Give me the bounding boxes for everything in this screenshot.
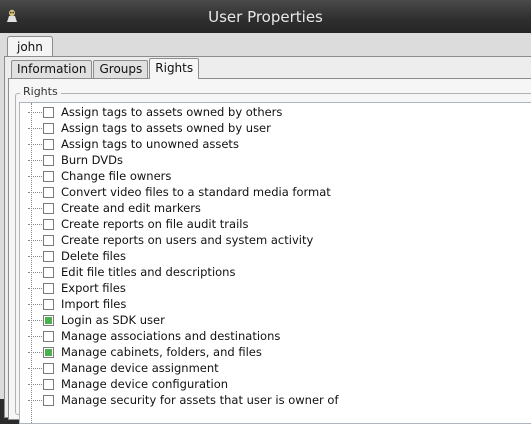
tree-line bbox=[28, 175, 42, 177]
tree-line bbox=[28, 255, 42, 257]
tree-line bbox=[28, 367, 42, 369]
right-item[interactable]: Delete files bbox=[20, 248, 520, 264]
right-label: Edit file titles and descriptions bbox=[61, 265, 236, 279]
tree-line bbox=[28, 271, 42, 273]
user-panel: Information Groups Rights Rights Assign … bbox=[4, 56, 531, 424]
right-checkbox[interactable] bbox=[43, 378, 54, 390]
right-label: Manage associations and destinations bbox=[61, 329, 281, 343]
window-title: User Properties bbox=[208, 7, 323, 26]
right-label: Assign tags to unowned assets bbox=[61, 137, 239, 151]
tree-line bbox=[28, 143, 42, 145]
rights-tab-panel: Rights Assign tags to assets owned by ot… bbox=[8, 78, 531, 424]
right-checkbox[interactable] bbox=[43, 282, 54, 294]
tab-information[interactable]: Information bbox=[11, 60, 93, 78]
rights-list[interactable]: Assign tags to assets owned by others Ass… bbox=[19, 102, 531, 424]
right-checkbox[interactable] bbox=[43, 154, 54, 166]
rights-group-label: Rights bbox=[20, 85, 61, 98]
rights-groupbox: Rights Assign tags to assets owned by ot… bbox=[15, 85, 531, 424]
tree-line bbox=[28, 127, 42, 129]
tree-line bbox=[28, 223, 42, 225]
tab-strip: Information Groups Rights bbox=[11, 58, 200, 79]
right-checkbox[interactable] bbox=[43, 202, 54, 214]
right-checkbox[interactable] bbox=[43, 138, 54, 150]
right-checkbox[interactable] bbox=[43, 298, 54, 310]
right-label: Manage device configuration bbox=[61, 377, 229, 391]
right-item[interactable]: Assign tags to assets owned by others bbox=[20, 104, 520, 120]
right-label: Import files bbox=[61, 297, 127, 311]
tree-line bbox=[28, 303, 42, 305]
title-bar: User Properties bbox=[0, 0, 531, 33]
right-checkbox[interactable] bbox=[43, 234, 54, 246]
tree-line bbox=[28, 207, 42, 209]
tree-line bbox=[28, 319, 42, 321]
right-item[interactable]: Change file owners bbox=[20, 168, 520, 184]
tree-line bbox=[28, 287, 42, 289]
tree-line bbox=[28, 159, 42, 161]
right-checkbox[interactable] bbox=[43, 266, 54, 278]
right-label: Change file owners bbox=[61, 169, 172, 183]
tree-line bbox=[28, 351, 42, 353]
right-checkbox[interactable] bbox=[43, 218, 54, 230]
right-item[interactable]: Manage security for assets that user is … bbox=[20, 392, 520, 408]
right-item[interactable]: Manage cabinets, folders, and files bbox=[20, 344, 520, 360]
tree-line bbox=[28, 335, 42, 337]
right-label: Convert video files to a standard media … bbox=[61, 185, 331, 199]
window-body: john Information Groups Rights Rights As… bbox=[0, 33, 531, 424]
right-label: Create reports on file audit trails bbox=[61, 217, 249, 231]
right-item[interactable]: Manage associations and destinations bbox=[20, 328, 520, 344]
right-label: Delete files bbox=[61, 249, 126, 263]
right-item[interactable]: Manage device configuration bbox=[20, 376, 520, 392]
right-label: Manage device assignment bbox=[61, 361, 219, 375]
right-checkbox[interactable] bbox=[43, 346, 54, 358]
right-label: Create reports on users and system activ… bbox=[61, 233, 314, 247]
tree-line bbox=[28, 191, 42, 193]
tree-line bbox=[28, 239, 42, 241]
right-checkbox[interactable] bbox=[43, 186, 54, 198]
tree-line bbox=[28, 383, 42, 385]
right-label: Burn DVDs bbox=[61, 153, 124, 167]
right-item[interactable]: Convert video files to a standard media … bbox=[20, 184, 520, 200]
right-label: Manage cabinets, folders, and files bbox=[61, 345, 262, 359]
right-item[interactable]: Assign tags to assets owned by user bbox=[20, 120, 520, 136]
right-item[interactable]: Edit file titles and descriptions bbox=[20, 264, 520, 280]
right-item[interactable]: Import files bbox=[20, 296, 520, 312]
right-item[interactable]: Create reports on users and system activ… bbox=[20, 232, 520, 248]
right-item[interactable]: Login as SDK user bbox=[20, 312, 520, 328]
right-checkbox[interactable] bbox=[43, 170, 54, 182]
right-item[interactable]: Burn DVDs bbox=[20, 152, 520, 168]
right-checkbox[interactable] bbox=[43, 106, 54, 118]
tab-groups[interactable]: Groups bbox=[93, 60, 149, 78]
tree-line bbox=[28, 399, 42, 401]
app-icon bbox=[7, 9, 17, 22]
right-label: Manage security for assets that user is … bbox=[61, 393, 339, 407]
user-tab[interactable]: john bbox=[7, 36, 53, 57]
right-checkbox[interactable] bbox=[43, 330, 54, 342]
tab-rights[interactable]: Rights bbox=[149, 58, 200, 79]
right-item[interactable]: Export files bbox=[20, 280, 520, 296]
right-item[interactable]: Assign tags to unowned assets bbox=[20, 136, 520, 152]
right-checkbox[interactable] bbox=[43, 394, 54, 406]
right-checkbox[interactable] bbox=[43, 122, 54, 134]
right-label: Create and edit markers bbox=[61, 201, 201, 215]
right-label: Login as SDK user bbox=[61, 313, 165, 327]
tree-line bbox=[28, 111, 42, 113]
right-item[interactable]: Create reports on file audit trails bbox=[20, 216, 520, 232]
right-label: Assign tags to assets owned by user bbox=[61, 121, 271, 135]
right-checkbox[interactable] bbox=[43, 314, 54, 326]
right-checkbox[interactable] bbox=[43, 250, 54, 262]
right-checkbox[interactable] bbox=[43, 362, 54, 374]
right-item[interactable]: Manage device assignment bbox=[20, 360, 520, 376]
right-item[interactable]: Create and edit markers bbox=[20, 200, 520, 216]
right-label: Assign tags to assets owned by others bbox=[61, 105, 283, 119]
right-label: Export files bbox=[61, 281, 126, 295]
